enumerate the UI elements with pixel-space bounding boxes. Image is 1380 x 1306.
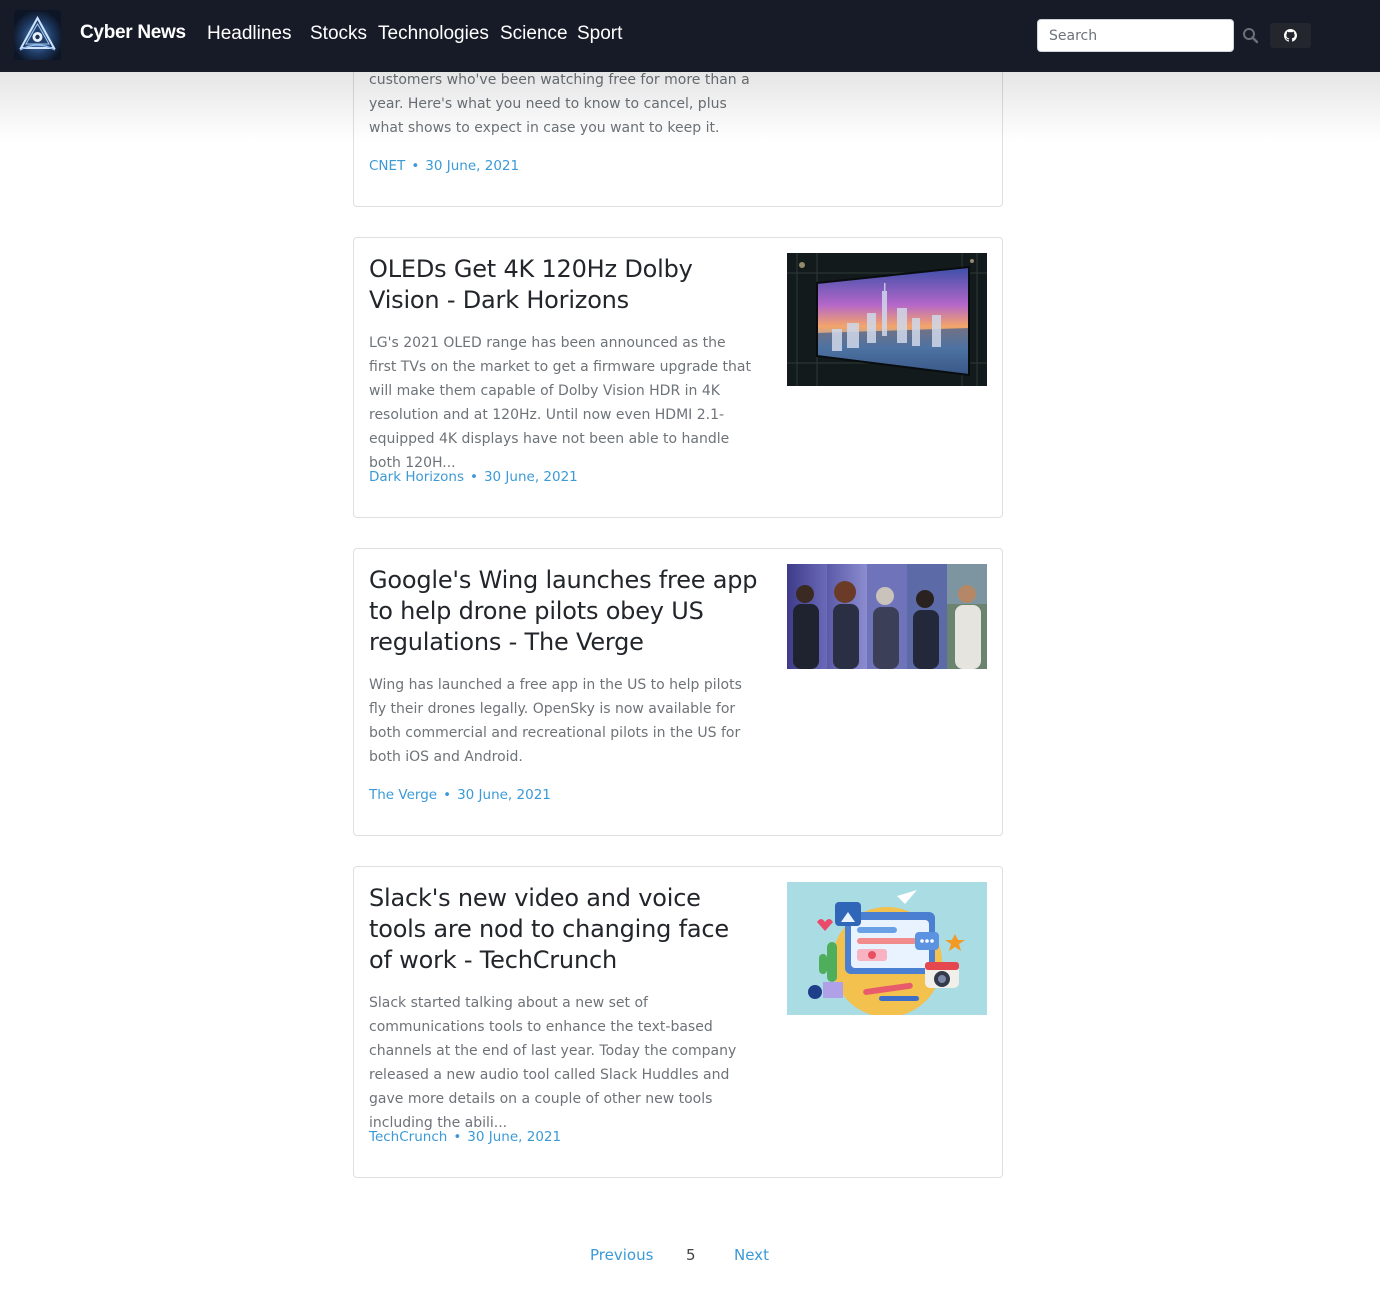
article-description: LG's 2021 OLED range has been announced …: [369, 335, 751, 471]
cyber-news-logo-icon[interactable]: [14, 10, 61, 60]
github-icon: [1284, 29, 1297, 42]
article-image-drone-pilots[interactable]: [787, 564, 987, 669]
article-card: Slack's new video and voice tools are no…: [353, 866, 1003, 1178]
article-card: Google's Wing launches free app to help …: [353, 548, 1003, 836]
nav-link-stocks[interactable]: Stocks: [310, 23, 367, 45]
article-source-link[interactable]: CNET: [369, 158, 405, 174]
article-source-link[interactable]: The Verge: [369, 787, 437, 803]
search-input[interactable]: [1037, 19, 1234, 52]
search-icon[interactable]: [1240, 25, 1262, 47]
pagination-previous-link[interactable]: Previous: [590, 1246, 653, 1264]
article-date-link[interactable]: 30 June, 2021: [467, 1129, 561, 1145]
article-source-link[interactable]: Dark Horizons: [369, 469, 464, 485]
article-description: Wing has launched a free app in the US t…: [369, 677, 742, 765]
article-meta: TechCrunch • 30 June, 2021: [369, 1129, 562, 1145]
article-title[interactable]: Slack's new video and voice tools are no…: [369, 883, 759, 976]
pagination-next-link[interactable]: Next: [734, 1246, 769, 1264]
article-meta: CNET • 30 June, 2021: [369, 158, 520, 174]
article-date-link[interactable]: 30 June, 2021: [484, 469, 578, 485]
brand-name[interactable]: Cyber News: [80, 22, 186, 44]
article-description: Slack started talking about a new set of…: [369, 995, 737, 1131]
pagination-current-page: 5: [686, 1246, 696, 1264]
article-image-communication-apps[interactable]: [787, 882, 987, 1015]
github-button[interactable]: [1270, 23, 1311, 48]
nav-link-headlines[interactable]: Headlines: [207, 23, 292, 45]
article-meta: Dark Horizons • 30 June, 2021: [369, 469, 578, 485]
top-navbar: Cyber News Headlines Stocks Technologies…: [0, 0, 1380, 72]
nav-link-science[interactable]: Science: [500, 23, 568, 45]
article-meta: The Verge • 30 June, 2021: [369, 787, 551, 803]
article-card: OLEDs Get 4K 120Hz Dolby Vision - Dark H…: [353, 237, 1003, 518]
article-source-link[interactable]: TechCrunch: [369, 1129, 447, 1145]
article-date-link[interactable]: 30 June, 2021: [425, 158, 519, 174]
nav-link-sport[interactable]: Sport: [577, 23, 622, 45]
article-image-oled-tv[interactable]: [787, 253, 987, 386]
nav-link-technologies[interactable]: Technologies: [378, 23, 489, 45]
article-date-link[interactable]: 30 June, 2021: [457, 787, 551, 803]
article-title[interactable]: OLEDs Get 4K 120Hz Dolby Vision - Dark H…: [369, 254, 759, 316]
article-description: customers who've been watching free for …: [369, 72, 750, 136]
article-title[interactable]: Google's Wing launches free app to help …: [369, 565, 759, 658]
